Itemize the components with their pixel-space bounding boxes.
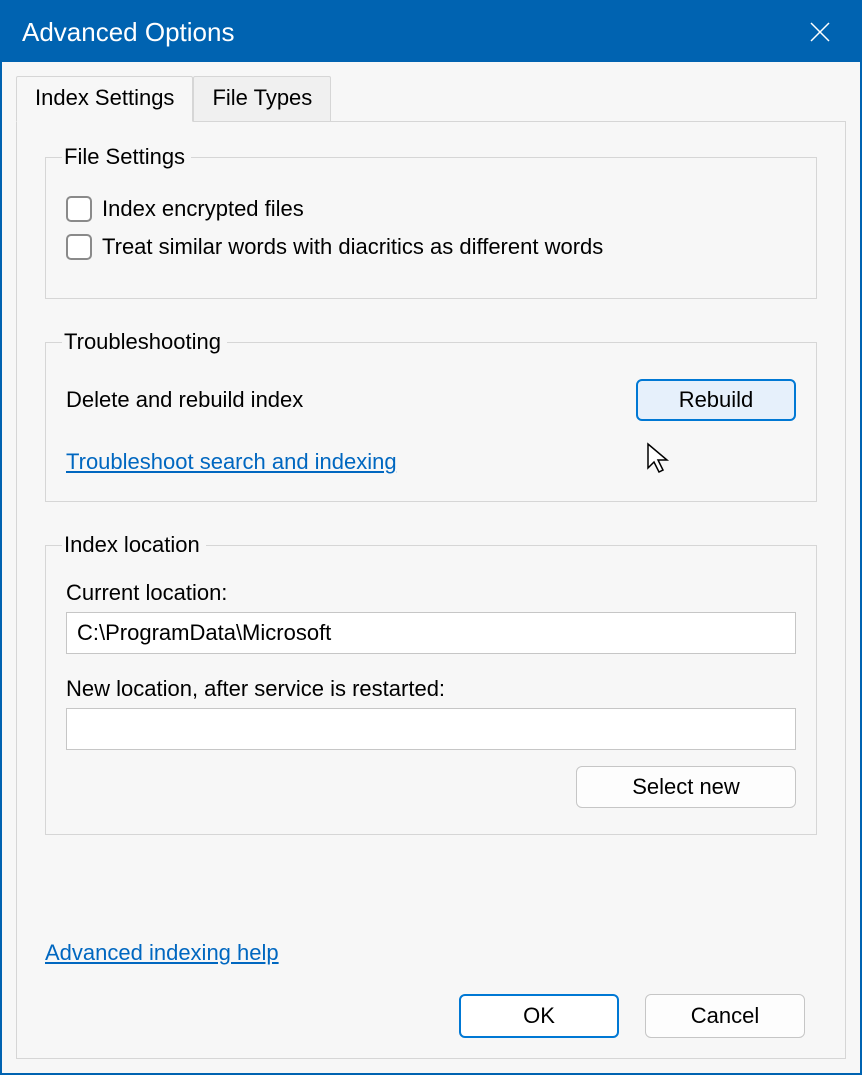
group-index-location: Index location Current location: C:\Prog…: [45, 532, 817, 835]
rebuild-label: Delete and rebuild index: [66, 387, 303, 413]
checkbox-icon: [66, 234, 92, 260]
rebuild-button[interactable]: Rebuild: [636, 379, 796, 421]
dialog-button-row: OK Cancel: [45, 994, 817, 1038]
current-location-label: Current location:: [66, 580, 796, 606]
advanced-options-dialog: Advanced Options Index Settings File Typ…: [0, 0, 862, 1075]
window-title: Advanced Options: [22, 17, 800, 48]
group-file-settings: File Settings Index encrypted files Trea…: [45, 144, 817, 299]
group-index-location-legend: Index location: [62, 532, 206, 558]
checkbox-icon: [66, 196, 92, 222]
group-troubleshooting-legend: Troubleshooting: [62, 329, 227, 355]
checkbox-diacritics[interactable]: Treat similar words with diacritics as d…: [66, 234, 796, 260]
group-file-settings-legend: File Settings: [62, 144, 191, 170]
group-troubleshooting: Troubleshooting Delete and rebuild index…: [45, 329, 817, 502]
select-new-button[interactable]: Select new: [576, 766, 796, 808]
tab-file-types[interactable]: File Types: [193, 76, 331, 122]
checkbox-diacritics-label: Treat similar words with diacritics as d…: [102, 234, 603, 260]
rebuild-row: Delete and rebuild index Rebuild: [66, 379, 796, 421]
checkbox-index-encrypted[interactable]: Index encrypted files: [66, 196, 796, 222]
advanced-help-link[interactable]: Advanced indexing help: [45, 940, 817, 966]
tabstrip: Index Settings File Types: [16, 76, 846, 122]
close-button[interactable]: [800, 12, 840, 52]
close-icon: [809, 21, 831, 43]
select-new-row: Select new: [66, 766, 796, 808]
tab-index-settings[interactable]: Index Settings: [16, 76, 193, 122]
titlebar: Advanced Options: [2, 2, 860, 62]
tab-panel-index-settings: File Settings Index encrypted files Trea…: [16, 121, 846, 1059]
troubleshoot-link[interactable]: Troubleshoot search and indexing: [66, 449, 397, 474]
bottom-area: Advanced indexing help OK Cancel: [45, 922, 817, 1038]
dialog-body: Index Settings File Types File Settings …: [2, 62, 860, 1073]
current-location-value: C:\ProgramData\Microsoft: [66, 612, 796, 654]
checkbox-index-encrypted-label: Index encrypted files: [102, 196, 304, 222]
cancel-button[interactable]: Cancel: [645, 994, 805, 1038]
new-location-label: New location, after service is restarted…: [66, 676, 796, 702]
new-location-value: [66, 708, 796, 750]
ok-button[interactable]: OK: [459, 994, 619, 1038]
